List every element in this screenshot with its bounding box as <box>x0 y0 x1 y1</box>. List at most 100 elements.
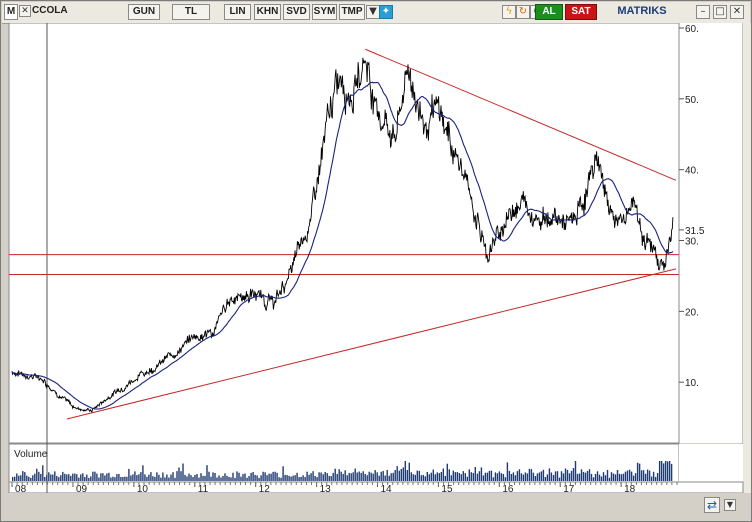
volume-bar <box>458 473 460 481</box>
brand-logo: MATRIKS <box>617 5 667 17</box>
refresh-icon[interactable]: ↻ <box>516 5 530 19</box>
volume-bar <box>22 471 24 481</box>
volume-bar <box>556 471 559 481</box>
lightning-icon[interactable]: ϟ <box>502 5 516 19</box>
volume-bar <box>276 472 278 481</box>
volume-bar <box>506 462 509 481</box>
app-logo[interactable]: M <box>4 4 18 20</box>
tmp-button[interactable]: TMP <box>339 4 365 20</box>
volume-bar <box>278 477 280 481</box>
volume-bar <box>164 477 166 481</box>
volume-bar <box>540 471 543 481</box>
volume-bar <box>380 471 382 481</box>
volume-bar <box>228 476 230 481</box>
volume-bar <box>282 466 284 481</box>
volume-bar <box>642 470 645 481</box>
volume-bar <box>12 477 14 481</box>
volume-bar <box>52 474 54 481</box>
volume-bar <box>426 472 428 481</box>
volume-axis <box>679 444 743 482</box>
volume-bar <box>502 474 505 481</box>
volume-bar <box>318 472 320 481</box>
volume-bar <box>404 461 406 481</box>
volume-bar <box>384 475 386 481</box>
volume-bar <box>212 472 214 481</box>
dropdown-arrow-icon[interactable]: ▼ <box>366 5 380 19</box>
volume-bar <box>184 474 186 481</box>
volume-bar <box>596 471 599 481</box>
buy-button[interactable]: AL <box>535 4 563 20</box>
volume-bar <box>272 471 274 481</box>
volume-bar <box>654 476 657 481</box>
volume-bar <box>408 462 410 481</box>
checkbox-icon[interactable]: ✕ <box>19 5 31 17</box>
vertical-scrollbar[interactable] <box>743 23 751 493</box>
svd-button[interactable]: SVD <box>283 4 310 20</box>
volume-bar <box>182 463 184 481</box>
volume-bar <box>488 470 491 481</box>
volume-bar <box>84 477 86 481</box>
price-tick-label: 60. <box>685 24 699 35</box>
volume-bar <box>376 472 378 481</box>
volume-bar <box>124 476 126 481</box>
volume-bar <box>528 468 531 481</box>
volume-bar <box>308 474 310 481</box>
volume-bar <box>400 469 402 481</box>
volume-bar <box>396 466 398 481</box>
volume-bar <box>302 475 304 481</box>
volume-bar <box>666 461 669 481</box>
volume-bar <box>598 474 601 481</box>
volume-bar <box>336 474 338 481</box>
volume-bar <box>258 477 260 481</box>
volume-bar <box>636 462 639 481</box>
twitter-bird-icon[interactable]: ✦ <box>379 5 393 19</box>
khn-button[interactable]: KHN <box>254 4 281 20</box>
volume-bar <box>140 472 142 481</box>
sync-arrows-icon[interactable]: ⇄ <box>704 497 720 513</box>
minimize-icon[interactable]: – <box>696 5 710 19</box>
volume-bar <box>476 473 479 481</box>
volume-bar <box>108 472 110 481</box>
restore-icon[interactable]: □ <box>713 5 727 19</box>
volume-bar <box>544 477 547 481</box>
volume-bar <box>356 472 358 481</box>
volume-bar <box>166 474 168 481</box>
dropdown-arrow-icon[interactable]: ▼ <box>724 499 736 511</box>
scale-button[interactable]: LIN <box>224 4 251 20</box>
symbol-field[interactable]: CCOLA <box>32 4 92 20</box>
period-button[interactable]: GUN <box>128 4 160 20</box>
volume-bar <box>170 474 172 481</box>
volume-bar <box>156 472 158 481</box>
volume-bar <box>194 474 196 481</box>
sym-button[interactable]: SYM <box>312 4 337 20</box>
volume-bar <box>190 475 192 481</box>
volume-bar <box>236 471 238 481</box>
currency-button[interactable]: TL <box>172 4 210 20</box>
volume-bar <box>526 473 529 481</box>
volume-bar <box>366 475 368 481</box>
close-icon[interactable]: ✕ <box>730 5 744 19</box>
volume-bar <box>440 472 442 481</box>
volume-bar <box>110 477 112 481</box>
volume-bar <box>68 474 70 481</box>
volume-bar <box>334 468 336 481</box>
volume-bar <box>388 475 390 481</box>
volume-bar <box>330 476 332 481</box>
volume-bar <box>532 472 535 481</box>
price-chart[interactable]: Volume 60. 50. 40. 31.530. 20. 10. 08 09 10 11 12… <box>1 23 751 493</box>
volume-bar <box>430 472 432 481</box>
volume-bar <box>468 469 470 481</box>
volume-bar <box>274 471 276 481</box>
volume-bar <box>486 472 489 481</box>
volume-bar <box>416 470 418 481</box>
volume-bar <box>214 473 216 481</box>
volume-bar <box>582 471 585 481</box>
volume-bar <box>42 465 44 481</box>
volume-bar <box>136 475 138 481</box>
volume-bar <box>628 469 631 481</box>
time-tick-label: 12 <box>259 484 271 493</box>
volume-bar <box>452 470 454 481</box>
sell-button[interactable]: SAT <box>565 4 597 20</box>
volume-bar <box>534 476 537 481</box>
volume-bar <box>262 471 264 481</box>
